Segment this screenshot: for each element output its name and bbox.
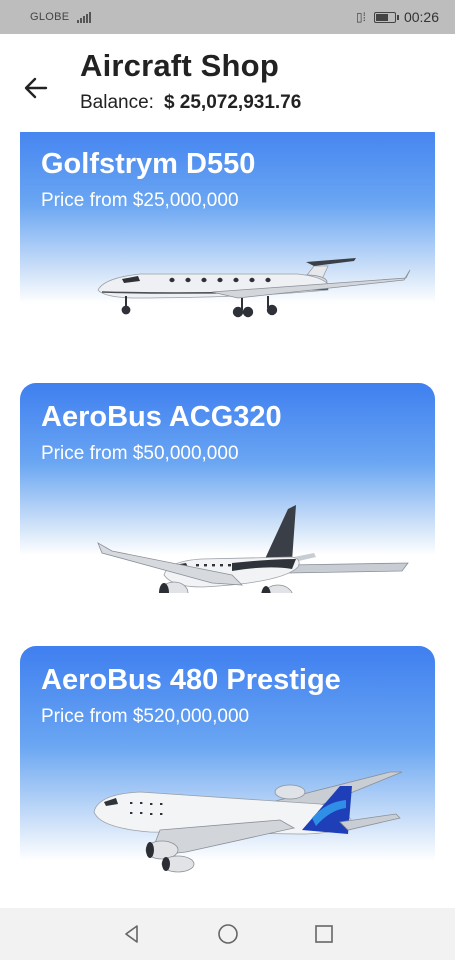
balance-row: Balance: $ 25,072,931.76 bbox=[80, 92, 301, 114]
aircraft-name: AeroBus 480 Prestige bbox=[41, 664, 341, 696]
app-header: Aircraft Shop Balance: $ 25,072,931.76 bbox=[0, 34, 455, 132]
back-button[interactable] bbox=[22, 74, 50, 102]
aircraft-card[interactable]: AeroBus ACG320 Price from $50,000,000 bbox=[20, 383, 435, 593]
status-right: ▯⁞ 00:26 bbox=[356, 9, 439, 25]
aircraft-name: AeroBus ACG320 bbox=[41, 401, 282, 433]
balance-label: Balance: bbox=[80, 92, 154, 113]
business-jet-image bbox=[97, 258, 411, 318]
aircraft-price: Price from $25,000,000 bbox=[41, 190, 239, 211]
aircraft-card[interactable]: Golfstrym D550 Price from $25,000,000 bbox=[20, 132, 435, 344]
balance-value: $ 25,072,931.76 bbox=[163, 92, 302, 113]
square-recents-icon bbox=[314, 925, 333, 943]
aircraft-price: Price from $50,000,000 bbox=[41, 443, 239, 464]
battery-fill bbox=[375, 13, 388, 21]
circle-home-icon bbox=[217, 924, 238, 944]
status-left: GLOBE bbox=[30, 11, 92, 23]
nav-home-button[interactable] bbox=[216, 922, 240, 946]
triangle-back-icon bbox=[124, 925, 138, 943]
page-title: Aircraft Shop bbox=[80, 48, 279, 83]
status-bar: GLOBE ▯⁞ 00:26 bbox=[0, 0, 455, 34]
nav-recents-button[interactable] bbox=[312, 922, 336, 946]
clock: 00:26 bbox=[403, 9, 439, 25]
aircraft-price: Price from $520,000,000 bbox=[41, 706, 250, 727]
system-nav-bar bbox=[0, 908, 455, 960]
arrow-left-icon bbox=[24, 77, 48, 99]
aircraft-card[interactable]: AeroBus 480 Prestige Price from $520,000… bbox=[20, 646, 435, 908]
aircraft-name: Golfstrym D550 bbox=[41, 148, 256, 180]
vibrate-icon: ▯⁞ bbox=[356, 10, 366, 24]
battery-icon bbox=[373, 11, 399, 23]
nav-back-button[interactable] bbox=[120, 922, 144, 946]
carrier-name: GLOBE bbox=[30, 11, 70, 23]
signal-icon bbox=[77, 11, 92, 23]
aircraft-list[interactable]: Golfstrym D550 Price from $25,000,000 Ae… bbox=[0, 132, 455, 908]
widebody-jet-image bbox=[93, 771, 403, 873]
narrowbody-jet-image bbox=[97, 505, 409, 593]
